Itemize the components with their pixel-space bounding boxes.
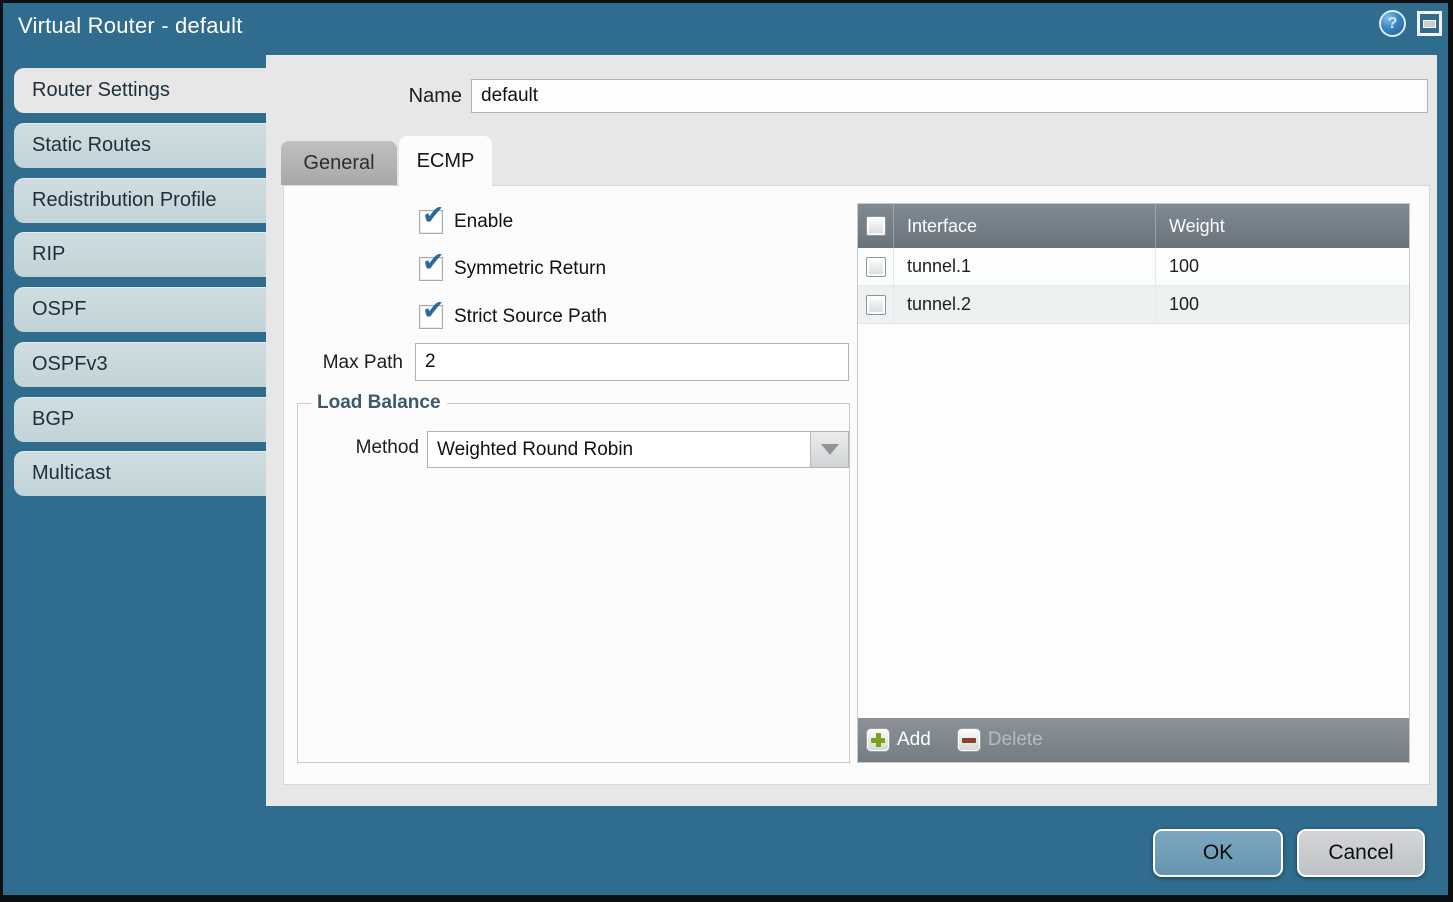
sidebar-item-static-routes[interactable]: Static Routes	[14, 123, 266, 168]
table-header-row: Interface Weight	[858, 204, 1409, 248]
tab-ecmp[interactable]: ECMP	[399, 136, 492, 187]
delete-button[interactable]: Delete	[957, 728, 1043, 752]
sidebar-item-label: Multicast	[32, 462, 111, 485]
sidebar-item-router-settings[interactable]: Router Settings	[14, 68, 266, 113]
sidebar-item-ospf[interactable]: OSPF	[14, 287, 266, 332]
checkmark-icon: ✔	[422, 297, 445, 324]
method-value: Weighted Round Robin	[428, 439, 633, 461]
name-label: Name	[332, 85, 462, 108]
ok-button[interactable]: OK	[1153, 829, 1283, 877]
strict-source-path-checkbox-row: ✔ Strict Source Path	[419, 305, 607, 329]
cancel-button-label: Cancel	[1328, 841, 1393, 865]
select-all-checkbox[interactable]	[866, 216, 886, 236]
sidebar-item-label: Router Settings	[32, 79, 170, 102]
tab-label: ECMP	[417, 150, 475, 173]
sidebar-item-label: Static Routes	[32, 134, 151, 157]
interface-column-header: Interface	[893, 204, 1155, 248]
window-icon-pane	[1423, 20, 1436, 28]
header-checkbox-cell	[858, 204, 893, 248]
weight-cell: 100	[1155, 286, 1409, 323]
plus-icon	[866, 728, 890, 752]
row-checkbox[interactable]	[866, 257, 886, 277]
symmetric-return-label: Symmetric Return	[454, 258, 606, 280]
sidebar-item-multicast[interactable]: Multicast	[14, 451, 266, 496]
sidebar-item-rip[interactable]: RIP	[14, 232, 266, 277]
help-glyph: ?	[1388, 15, 1398, 33]
symmetric-return-checkbox-row: ✔ Symmetric Return	[419, 257, 606, 281]
method-dropdown[interactable]: Weighted Round Robin	[427, 431, 849, 468]
table-row[interactable]: tunnel.2 100	[858, 286, 1409, 324]
add-button[interactable]: Add	[866, 728, 931, 752]
symmetric-return-checkbox[interactable]: ✔	[419, 257, 443, 281]
enable-checkbox-row: ✔ Enable	[419, 210, 513, 234]
name-input[interactable]	[471, 79, 1428, 113]
sidebar-item-bgp[interactable]: BGP	[14, 397, 266, 442]
interface-cell: tunnel.2	[893, 286, 1155, 323]
dialog-title: Virtual Router - default	[18, 13, 243, 39]
strict-source-path-checkbox[interactable]: ✔	[419, 305, 443, 329]
sidebar-item-label: OSPFv3	[32, 353, 108, 376]
max-path-label: Max Path	[283, 352, 403, 374]
add-button-label: Add	[897, 729, 931, 751]
max-path-input[interactable]	[415, 343, 849, 381]
weight-cell: 100	[1155, 248, 1409, 285]
help-icon[interactable]: ?	[1379, 10, 1406, 37]
tab-general[interactable]: General	[281, 141, 397, 185]
chevron-down-icon[interactable]	[810, 432, 848, 467]
interface-cell: tunnel.1	[893, 248, 1155, 285]
tab-label: General	[303, 152, 374, 175]
method-label: Method	[299, 437, 419, 459]
dropdown-triangle	[821, 444, 839, 455]
table-row[interactable]: tunnel.1 100	[858, 248, 1409, 286]
checkmark-icon: ✔	[422, 202, 445, 229]
cancel-button[interactable]: Cancel	[1297, 829, 1425, 877]
delete-button-label: Delete	[988, 729, 1043, 751]
sidebar-item-label: BGP	[32, 408, 74, 431]
sidebar-item-ospfv3[interactable]: OSPFv3	[14, 342, 266, 387]
enable-checkbox[interactable]: ✔	[419, 210, 443, 234]
row-checkbox[interactable]	[866, 295, 886, 315]
weight-column-header: Weight	[1155, 204, 1409, 248]
sidebar-item-redistribution-profile[interactable]: Redistribution Profile	[14, 178, 266, 223]
load-balance-legend: Load Balance	[311, 392, 447, 414]
sidebar-item-label: Redistribution Profile	[32, 189, 217, 212]
ok-button-label: OK	[1203, 841, 1233, 865]
strict-source-path-label: Strict Source Path	[454, 306, 607, 328]
row-checkbox-cell	[858, 286, 893, 323]
enable-label: Enable	[454, 211, 513, 233]
minus-icon	[957, 728, 981, 752]
virtual-router-dialog: Virtual Router - default ? Router Settin…	[0, 0, 1453, 902]
ecmp-interface-table: Interface Weight tunnel.1 100 tunnel.2 1…	[857, 203, 1410, 763]
sidebar-item-label: RIP	[32, 243, 65, 266]
window-icon[interactable]	[1417, 11, 1442, 36]
checkmark-icon: ✔	[422, 249, 445, 276]
sidebar-item-label: OSPF	[32, 298, 86, 321]
table-footer-toolbar: Add Delete	[858, 718, 1409, 762]
row-checkbox-cell	[858, 248, 893, 285]
